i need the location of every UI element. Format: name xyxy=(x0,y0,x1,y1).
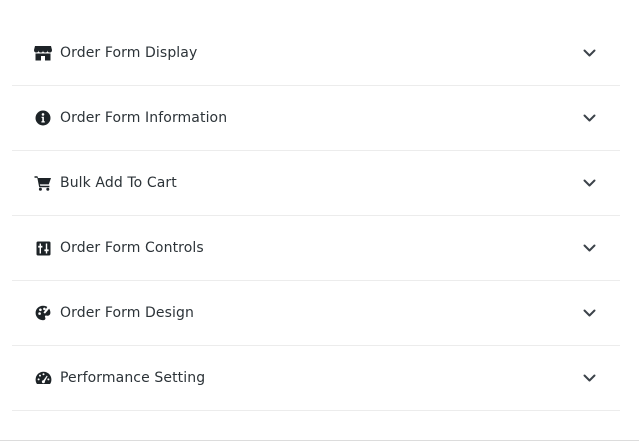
chevron-down-icon[interactable] xyxy=(582,371,596,385)
section-order-form-controls[interactable]: Order Form Controls xyxy=(12,216,620,281)
sliders-icon xyxy=(34,239,52,257)
chevron-down-icon[interactable] xyxy=(582,241,596,255)
section-label: Order Form Information xyxy=(60,110,228,126)
gauge-icon xyxy=(34,369,52,387)
section-bulk-add-to-cart[interactable]: Bulk Add To Cart xyxy=(12,151,620,216)
chevron-down-icon[interactable] xyxy=(582,46,596,60)
section-label: Order Form Controls xyxy=(60,240,204,256)
info-icon xyxy=(34,109,52,127)
section-label: Order Form Design xyxy=(60,305,194,321)
palette-icon xyxy=(34,304,52,322)
page-divider xyxy=(0,440,639,441)
cart-icon xyxy=(34,174,52,192)
section-performance-setting[interactable]: Performance Setting xyxy=(12,346,620,411)
section-order-form-information[interactable]: Order Form Information xyxy=(12,86,620,151)
section-order-form-design[interactable]: Order Form Design xyxy=(12,281,620,346)
chevron-down-icon[interactable] xyxy=(582,111,596,125)
chevron-down-icon[interactable] xyxy=(582,176,596,190)
store-icon xyxy=(34,44,52,62)
settings-accordion: Order Form Display Order Form Informatio… xyxy=(12,20,620,411)
section-order-form-display[interactable]: Order Form Display xyxy=(12,20,620,86)
section-label: Performance Setting xyxy=(60,370,206,386)
section-label: Bulk Add To Cart xyxy=(60,175,177,191)
chevron-down-icon[interactable] xyxy=(582,306,596,320)
section-label: Order Form Display xyxy=(60,44,198,61)
